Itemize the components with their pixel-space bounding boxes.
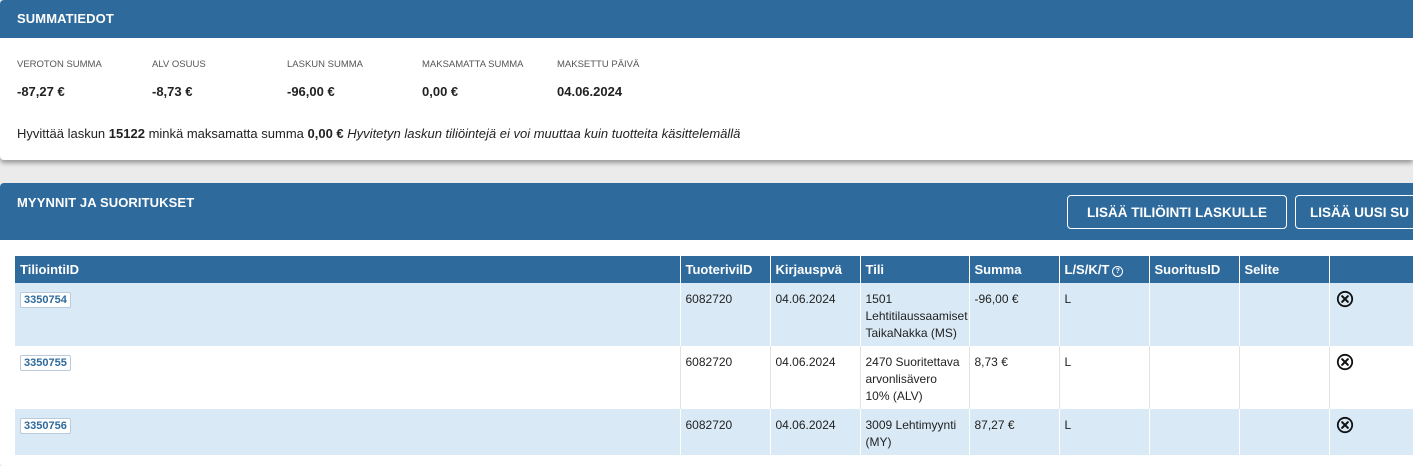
stat-value: -96,00 €: [287, 84, 335, 99]
sales-panel: MYYNNIT JA SUORITUKSET LISÄÄ TILIÖINTI L…: [0, 183, 1413, 466]
cell-lskt: L: [1059, 346, 1150, 409]
note-middle: minkä maksamatta summa: [148, 126, 304, 141]
cell-amount: 87,27 €: [969, 409, 1060, 455]
table-header-row: TiliointiID TuoterivilD Kirjauspvä Tili …: [15, 256, 1413, 283]
close-circle-icon[interactable]: [1336, 416, 1354, 434]
stat-label: ALV OSUUS: [152, 59, 206, 70]
cell-amount: 8,73 €: [969, 346, 1060, 409]
col-booking-date[interactable]: Kirjauspvä: [770, 256, 861, 283]
col-payment-id[interactable]: SuoritusID: [1149, 256, 1240, 283]
cell-id: 3350755: [15, 346, 681, 409]
cell-account: 3009 Lehtimyynti (MY): [860, 409, 970, 455]
stat-paid-date: MAKSETTU PÄIVÄ 04.06.2024: [557, 59, 692, 99]
tiliointi-id-link[interactable]: 3350756: [20, 418, 71, 434]
stat-net-amount: VEROTON SUMMA -87,27 €: [17, 59, 152, 99]
tiliointi-id-link[interactable]: 3350755: [20, 355, 71, 371]
cell-product-row: 6082720: [680, 346, 771, 409]
cell-actions: [1329, 409, 1413, 455]
note-invoice-number: 15122: [108, 126, 145, 141]
col-amount[interactable]: Summa: [969, 256, 1060, 283]
sales-table: TiliointiID TuoterivilD Kirjauspvä Tili …: [15, 256, 1413, 455]
stat-vat-share: ALV OSUUS -8,73 €: [152, 59, 287, 99]
add-entry-button[interactable]: LISÄÄ TILIÖINTI LASKULLE: [1067, 195, 1287, 229]
cell-id: 3350756: [15, 409, 681, 455]
stat-label: LASKUN SUMMA: [287, 59, 364, 70]
stat-value: 04.06.2024: [557, 84, 623, 99]
tiliointi-id-link[interactable]: 3350754: [20, 292, 71, 308]
add-new-payment-button[interactable]: LISÄÄ UUSI SU: [1295, 195, 1413, 229]
stat-label: VEROTON SUMMA: [17, 59, 102, 70]
col-lskt[interactable]: L/S/K/T?: [1059, 256, 1150, 283]
table-row: 3350754 6082720 04.06.2024 1501 Lehtitil…: [15, 283, 1413, 346]
col-product-row-id[interactable]: TuoterivilD: [680, 256, 771, 283]
summary-header: SUMMATIEDOT: [0, 0, 1413, 38]
stat-value: 0,00 €: [422, 84, 459, 99]
cell-product-row: 6082720: [680, 283, 771, 346]
cell-payment-id: [1149, 283, 1240, 346]
cell-id: 3350754: [15, 283, 681, 346]
cell-description: [1239, 283, 1330, 346]
cell-account: 2470 Suoritettava arvonlisävero 10% (ALV…: [860, 346, 970, 409]
credit-note: Hyvittää laskun 15122 minkä maksamatta s…: [17, 126, 740, 141]
help-icon[interactable]: ?: [1112, 266, 1124, 277]
cell-description: [1239, 346, 1330, 409]
stat-label: MAKSETTU PÄIVÄ: [557, 59, 640, 70]
stat-invoice-amount: LASKUN SUMMA -96,00 €: [287, 59, 422, 99]
stat-label: MAKSAMATTA SUMMA: [422, 59, 524, 70]
cell-lskt: L: [1059, 283, 1150, 346]
cell-date: 04.06.2024: [770, 346, 861, 409]
table-row: 3350755 6082720 04.06.2024 2470 Suoritet…: [15, 346, 1413, 409]
cell-payment-id: [1149, 409, 1240, 455]
cell-date: 04.06.2024: [770, 283, 861, 346]
close-circle-icon[interactable]: [1336, 290, 1354, 308]
cell-date: 04.06.2024: [770, 409, 861, 455]
cell-payment-id: [1149, 346, 1240, 409]
cell-actions: [1329, 283, 1413, 346]
cell-account: 1501 Lehtitilaussaamiset TaikaNakka (MS): [860, 283, 970, 346]
cell-actions: [1329, 346, 1413, 409]
cell-lskt: L: [1059, 409, 1150, 455]
col-lskt-label: L/S/K/T: [1064, 262, 1110, 277]
note-prefix: Hyvittää laskun: [17, 126, 106, 141]
col-actions: [1329, 256, 1413, 283]
cell-product-row: 6082720: [680, 409, 771, 455]
cell-description: [1239, 409, 1330, 455]
stat-unpaid-amount: MAKSAMATTA SUMMA 0,00 €: [422, 59, 557, 99]
stat-value: -87,27 €: [17, 84, 65, 99]
note-italic: Hyvitetyn laskun tiliöintejä ei voi muut…: [347, 126, 741, 141]
col-tiliointi-id[interactable]: TiliointiID: [15, 256, 681, 283]
summary-panel: SUMMATIEDOT VEROTON SUMMA -87,27 € ALV O…: [0, 0, 1413, 160]
close-circle-icon[interactable]: [1336, 353, 1354, 371]
col-description[interactable]: Selite: [1239, 256, 1330, 283]
table-row: 3350756 6082720 04.06.2024 3009 Lehtimyy…: [15, 409, 1413, 455]
cell-amount: -96,00 €: [969, 283, 1060, 346]
col-account[interactable]: Tili: [860, 256, 970, 283]
stat-value: -8,73 €: [152, 84, 193, 99]
note-unpaid: 0,00 €: [307, 126, 344, 141]
